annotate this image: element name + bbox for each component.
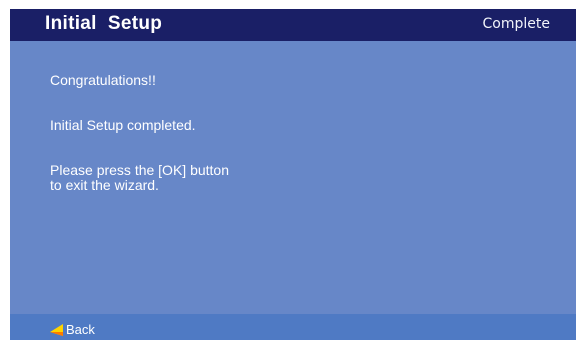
instruction-text-line1: Please press the [OK] button bbox=[50, 162, 229, 178]
step-status: Complete bbox=[482, 16, 550, 32]
footer-bar: Back bbox=[10, 314, 576, 340]
page-title: Initial Setup bbox=[45, 13, 163, 34]
header-bar: Initial Setup Complete bbox=[10, 9, 576, 41]
back-label: Back bbox=[66, 321, 95, 337]
completed-text: Initial Setup completed. bbox=[50, 117, 196, 133]
instruction-text-line2: to exit the wizard. bbox=[50, 177, 159, 193]
congratulations-text: Congratulations!! bbox=[50, 72, 156, 88]
setup-screen: Initial Setup Complete Congratulations!!… bbox=[10, 9, 576, 340]
back-button[interactable]: Back bbox=[50, 321, 95, 337]
back-arrow-icon bbox=[50, 323, 63, 336]
